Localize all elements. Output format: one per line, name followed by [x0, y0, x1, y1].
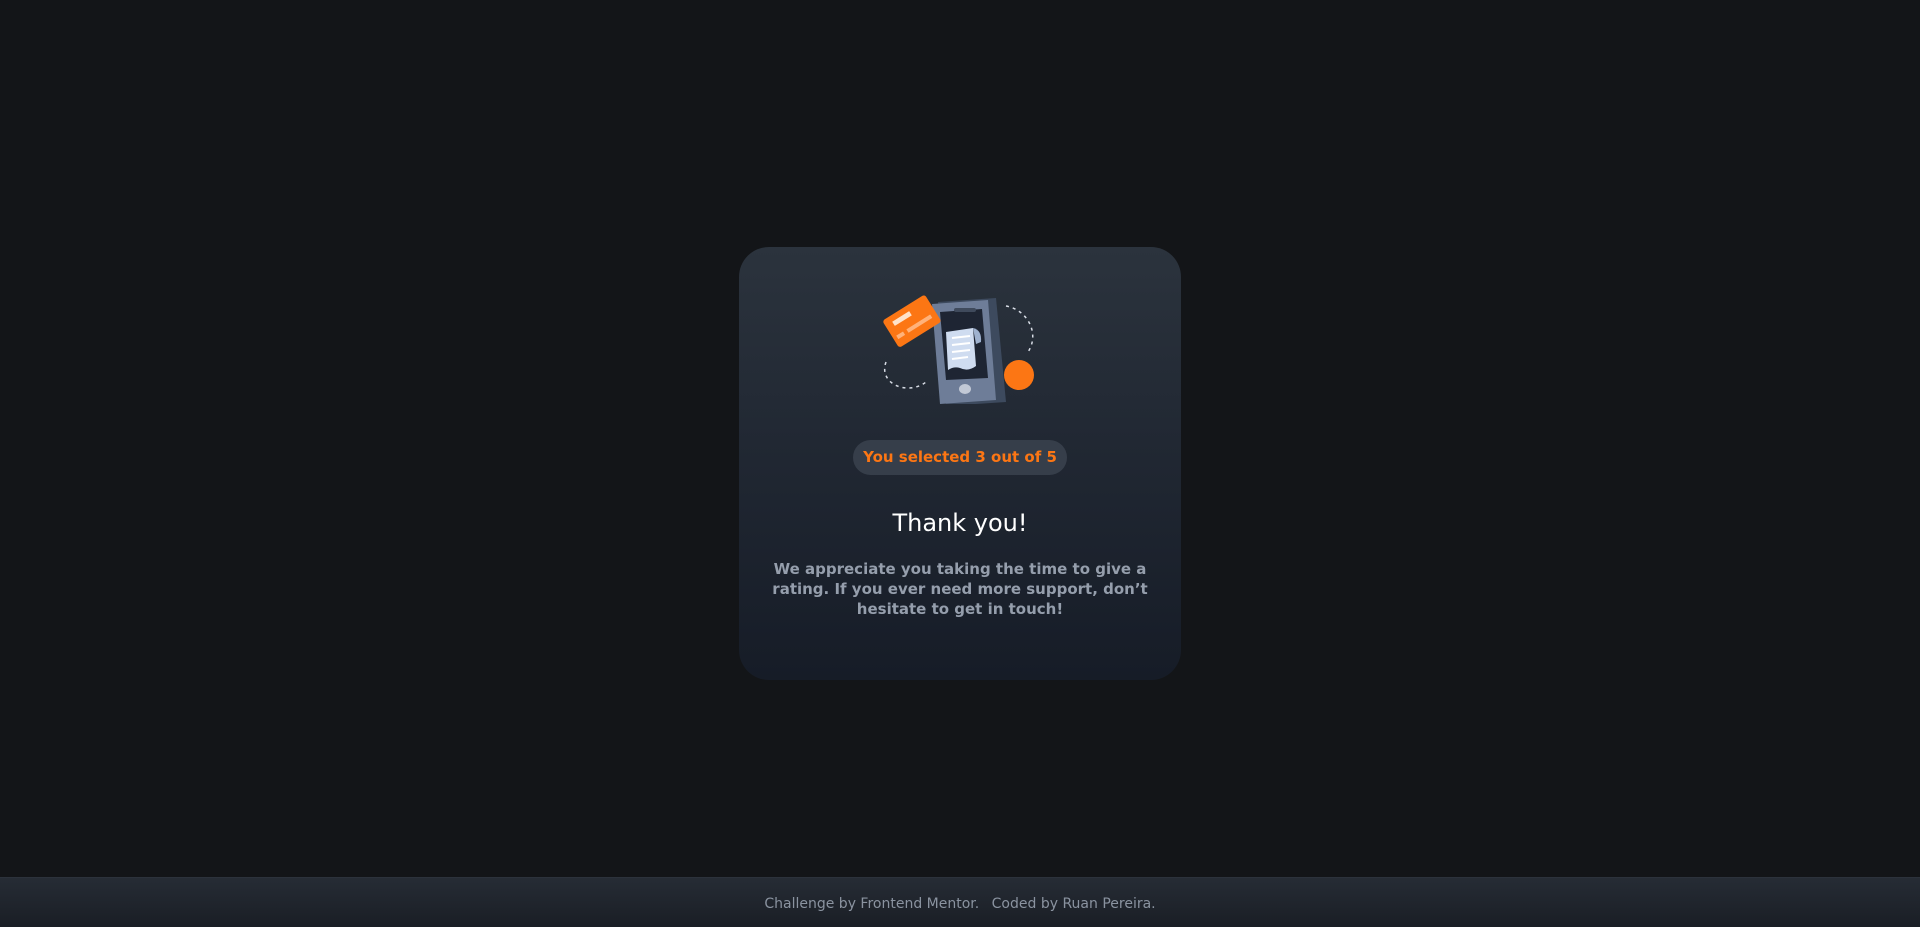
attribution-footer: Challenge by Frontend Mentor. Coded by R…: [0, 877, 1920, 927]
coder-attribution-link[interactable]: Coded by Ruan Pereira.: [992, 896, 1156, 912]
thank-you-message: We appreciate you taking the time to giv…: [772, 560, 1148, 618]
thank-you-card: You selected 3 out of 5 Thank you! We ap…: [739, 247, 1181, 680]
challenge-attribution-link[interactable]: Challenge by Frontend Mentor.: [764, 896, 979, 912]
payment-phone-illustration-icon: [883, 295, 1034, 404]
thank-you-title: Thank you!: [892, 509, 1028, 537]
page: You selected 3 out of 5 Thank you! We ap…: [0, 0, 1920, 927]
rating-result-badge: You selected 3 out of 5: [853, 440, 1067, 475]
